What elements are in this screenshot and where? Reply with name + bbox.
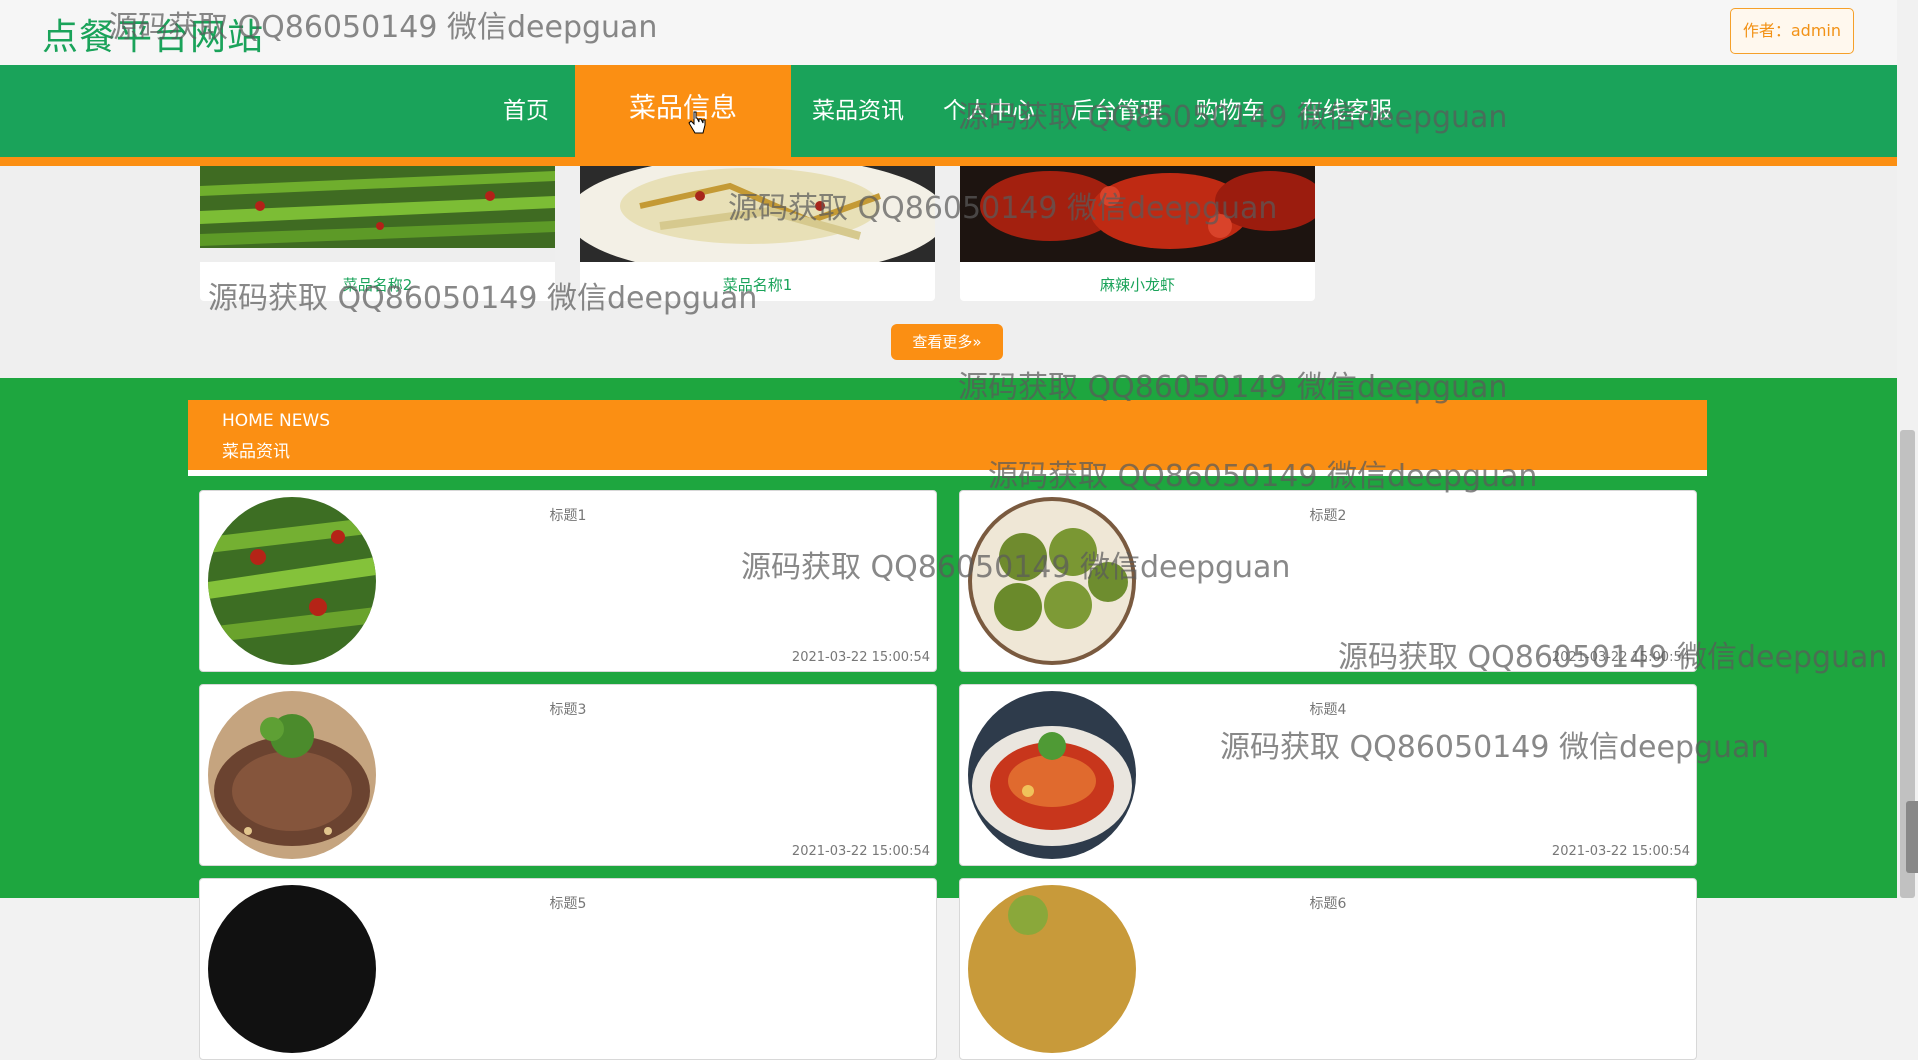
dish-image-cabbage[interactable] xyxy=(580,166,935,276)
news-header-cn: 菜品资讯 xyxy=(222,442,290,462)
nav-underline xyxy=(0,157,1897,166)
top-header: 点餐平台网站 作者：admin xyxy=(0,0,1897,65)
dish-image-green-beans[interactable] xyxy=(200,166,555,262)
dish-name[interactable]: 麻辣小龙虾 xyxy=(960,274,1315,295)
dish-name[interactable]: 菜品名称1 xyxy=(580,274,935,295)
news-date: 2021-03-22 15:00:54 xyxy=(1551,650,1690,665)
news-header-en: HOME NEWS xyxy=(222,411,331,431)
news-title[interactable]: 标题3 xyxy=(200,699,936,719)
nav-item-cart[interactable]: 购物车 xyxy=(1190,65,1270,157)
main-nav: 首页 菜品信息 菜品资讯 个人中心 后台管理 购物车 在线客服 xyxy=(0,65,1897,166)
news-card[interactable]: 标题4 2021-03-22 15:00:54 xyxy=(959,684,1697,866)
nav-item-online-service[interactable]: 在线客服 xyxy=(1298,65,1394,157)
news-card[interactable]: 标题3 2021-03-22 15:00:54 xyxy=(199,684,937,866)
news-section-header: HOME NEWS 菜品资讯 xyxy=(188,400,1707,476)
news-title[interactable]: 标题5 xyxy=(200,893,936,913)
nav-item-home[interactable]: 首页 xyxy=(484,65,568,157)
nav-item-admin[interactable]: 后台管理 xyxy=(1063,65,1171,157)
view-more-label: 查看更多 xyxy=(912,333,973,351)
nav-item-personal-center[interactable]: 个人中心 xyxy=(935,65,1043,157)
news-date: 2021-03-22 15:00:54 xyxy=(791,844,930,859)
view-more-button[interactable]: 查看更多» xyxy=(891,324,1003,360)
news-date: 2021-03-22 15:00:54 xyxy=(791,650,930,665)
news-section: HOME NEWS 菜品资讯 标题1 2021-03-22 15:00:54 标… xyxy=(0,378,1897,1060)
author-button[interactable]: 作者：admin xyxy=(1729,8,1854,54)
news-date: 2021-03-22 15:00:54 xyxy=(1551,844,1690,859)
news-title[interactable]: 标题4 xyxy=(960,699,1696,719)
news-title[interactable]: 标题1 xyxy=(200,505,936,525)
news-title[interactable]: 标题6 xyxy=(960,893,1696,913)
dish-card[interactable]: 菜品名称1 xyxy=(580,166,935,301)
news-card[interactable]: 标题2 2021-03-22 15:00:54 xyxy=(959,490,1697,672)
news-card[interactable]: 标题1 2021-03-22 15:00:54 xyxy=(199,490,937,672)
double-chevron-right-icon: » xyxy=(972,333,982,351)
nav-item-dishes[interactable]: 菜品信息 xyxy=(575,65,791,166)
dish-card[interactable]: 菜品名称2 xyxy=(200,166,555,301)
news-card[interactable]: 标题6 xyxy=(959,878,1697,1060)
news-card[interactable]: 标题5 xyxy=(199,878,937,1060)
page-scrollbar[interactable] xyxy=(1897,0,1918,898)
dish-name[interactable]: 菜品名称2 xyxy=(200,274,555,295)
site-title[interactable]: 点餐平台网站 xyxy=(42,8,264,60)
news-title[interactable]: 标题2 xyxy=(960,505,1696,525)
side-float-widget[interactable] xyxy=(1906,801,1918,873)
nav-item-dish-news[interactable]: 菜品资讯 xyxy=(803,65,913,157)
dish-image-crayfish[interactable] xyxy=(960,166,1315,262)
dish-showcase: 菜品名称2 菜品名称1 麻辣小龙虾 查看更多» xyxy=(0,166,1897,378)
dish-card[interactable]: 麻辣小龙虾 xyxy=(960,166,1315,301)
hand-cursor-icon xyxy=(688,111,706,134)
